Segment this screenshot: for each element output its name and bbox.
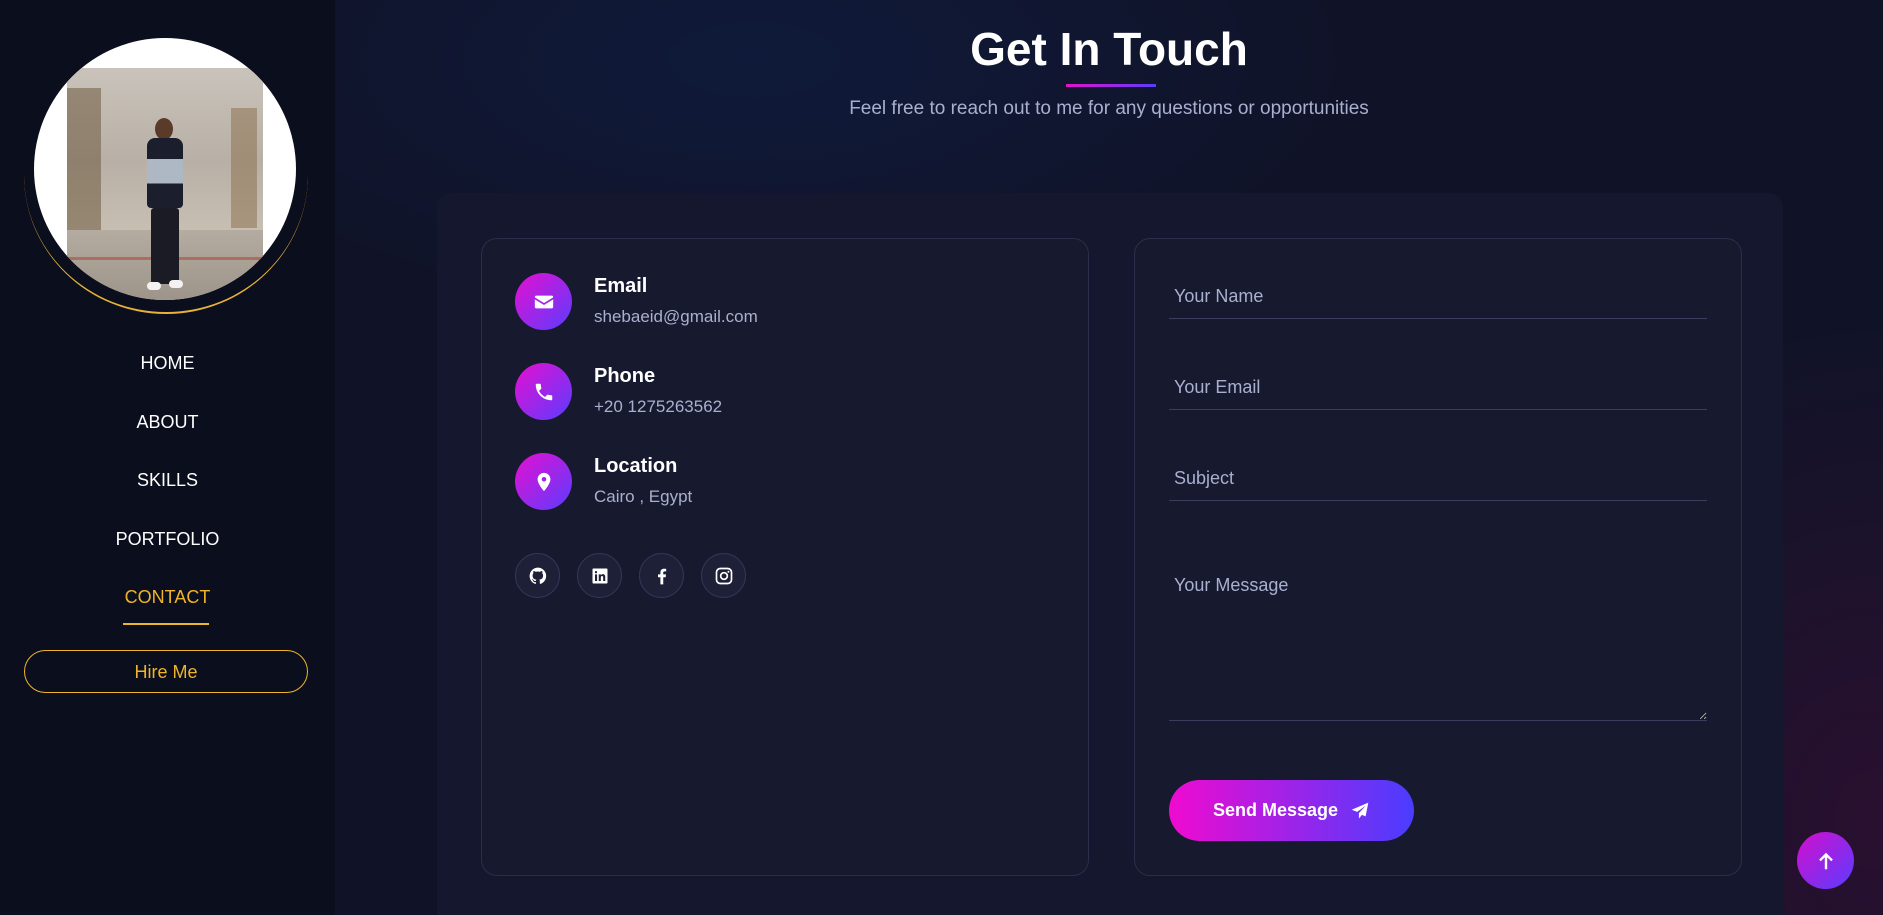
email-value: shebaeid@gmail.com [594, 307, 758, 326]
name-input[interactable] [1169, 275, 1707, 319]
phone-icon [515, 363, 572, 420]
page-title: Get In Touch [970, 23, 1248, 75]
avatar [34, 38, 296, 300]
contact-info-card: Email shebaeid@gmail.com Phone +20 12752… [481, 238, 1089, 876]
nav-item-about[interactable]: ABOUT [0, 405, 335, 464]
contact-form-card: Send Message [1134, 238, 1742, 876]
nav-item-home[interactable]: HOME [0, 346, 335, 405]
phone-label: Phone [594, 365, 656, 387]
scroll-to-top-button[interactable] [1797, 832, 1854, 889]
email-label: Email [594, 275, 648, 297]
phone-info: Phone +20 1275263562 [515, 363, 1015, 423]
hire-me-button[interactable]: Hire Me [24, 650, 308, 693]
location-label: Location [594, 455, 678, 477]
nav-item-portfolio[interactable]: PORTFOLIO [0, 522, 335, 581]
facebook-icon[interactable] [639, 553, 684, 598]
email-input[interactable] [1169, 366, 1707, 410]
instagram-icon[interactable] [701, 553, 746, 598]
envelope-icon [515, 273, 572, 330]
phone-value: +20 1275263562 [594, 397, 723, 416]
location-info: Location Cairo , Egypt [515, 453, 1015, 513]
send-message-button[interactable]: Send Message [1169, 780, 1414, 841]
avatar-ring [24, 36, 308, 314]
map-pin-icon [515, 453, 572, 510]
message-textarea[interactable] [1169, 561, 1707, 721]
paper-plane-icon [1351, 802, 1369, 818]
nav-item-contact[interactable]: CONTACT [0, 580, 335, 639]
send-message-label: Send Message [1212, 800, 1339, 820]
sidebar: HOME ABOUT SKILLS PORTFOLIO CONTACT Hire… [0, 0, 335, 915]
social-links [515, 553, 746, 599]
subject-input[interactable] [1169, 457, 1707, 501]
github-icon[interactable] [515, 553, 560, 598]
profile-photo [67, 68, 263, 300]
nav-item-skills[interactable]: SKILLS [0, 463, 335, 522]
nav-active-indicator [123, 623, 209, 625]
linkedin-icon[interactable] [577, 553, 622, 598]
title-underline [1066, 84, 1156, 87]
location-value: Cairo , Egypt [594, 487, 693, 506]
contact-section: Get In Touch Feel free to reach out to m… [335, 0, 1883, 915]
page-subtitle: Feel free to reach out to me for any que… [849, 98, 1369, 119]
email-info: Email shebaeid@gmail.com [515, 273, 1015, 333]
main-nav: HOME ABOUT SKILLS PORTFOLIO CONTACT [0, 346, 335, 639]
arrow-up-icon [1818, 852, 1833, 869]
